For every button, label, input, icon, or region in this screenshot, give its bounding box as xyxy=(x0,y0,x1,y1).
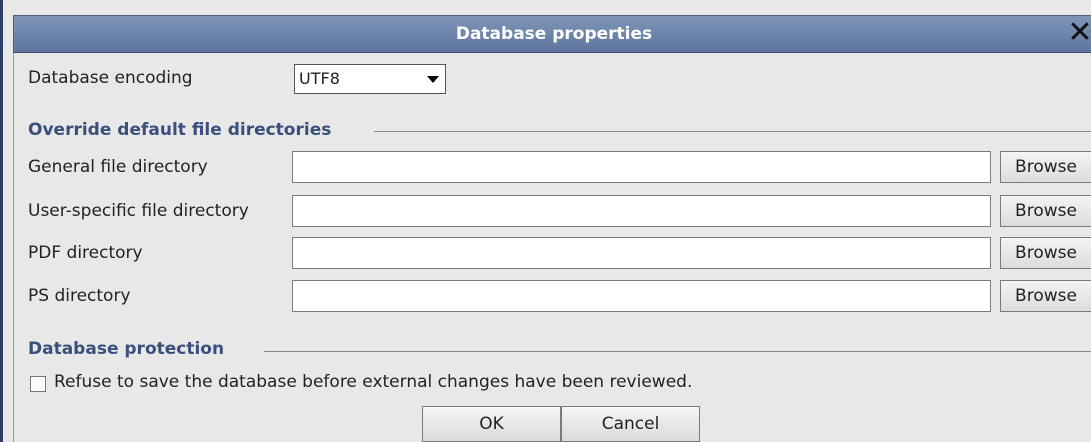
close-icon[interactable]: ✕ xyxy=(1066,18,1091,50)
general-dir-input[interactable] xyxy=(292,151,991,183)
ps-dir-label: PS directory xyxy=(28,286,131,306)
ok-button[interactable]: OK xyxy=(422,406,561,442)
refuse-save-label[interactable]: Refuse to save the database before exter… xyxy=(54,372,692,392)
user-dir-label: User-specific file directory xyxy=(28,201,249,221)
cancel-button[interactable]: Cancel xyxy=(561,406,700,442)
window-title: Database properties xyxy=(455,24,653,44)
section-divider xyxy=(264,351,1091,352)
general-dir-browse-button[interactable]: Browse xyxy=(1000,151,1091,183)
ps-dir-input[interactable] xyxy=(292,280,991,312)
encoding-select-value: UTF8 xyxy=(299,69,340,88)
encoding-label: Database encoding xyxy=(28,68,193,88)
dialog-window: Database properties ✕ Database encoding … xyxy=(0,0,1091,442)
encoding-select[interactable]: UTF8 xyxy=(294,64,446,94)
general-dir-label: General file directory xyxy=(28,157,208,177)
chevron-down-icon xyxy=(427,76,439,83)
section-divider xyxy=(374,131,1091,132)
title-bar[interactable]: Database properties ✕ xyxy=(13,15,1091,53)
user-dir-input[interactable] xyxy=(292,195,991,227)
refuse-save-checkbox[interactable] xyxy=(30,376,46,392)
section-title-directories: Override default file directories xyxy=(28,120,340,140)
ps-dir-browse-button[interactable]: Browse xyxy=(1000,280,1091,312)
pdf-dir-label: PDF directory xyxy=(28,243,143,263)
section-title-protection: Database protection xyxy=(28,339,233,359)
user-dir-browse-button[interactable]: Browse xyxy=(1000,195,1091,227)
pdf-dir-input[interactable] xyxy=(292,237,991,269)
dialog-content: Database encoding UTF8 Override default … xyxy=(13,53,1091,442)
pdf-dir-browse-button[interactable]: Browse xyxy=(1000,237,1091,269)
